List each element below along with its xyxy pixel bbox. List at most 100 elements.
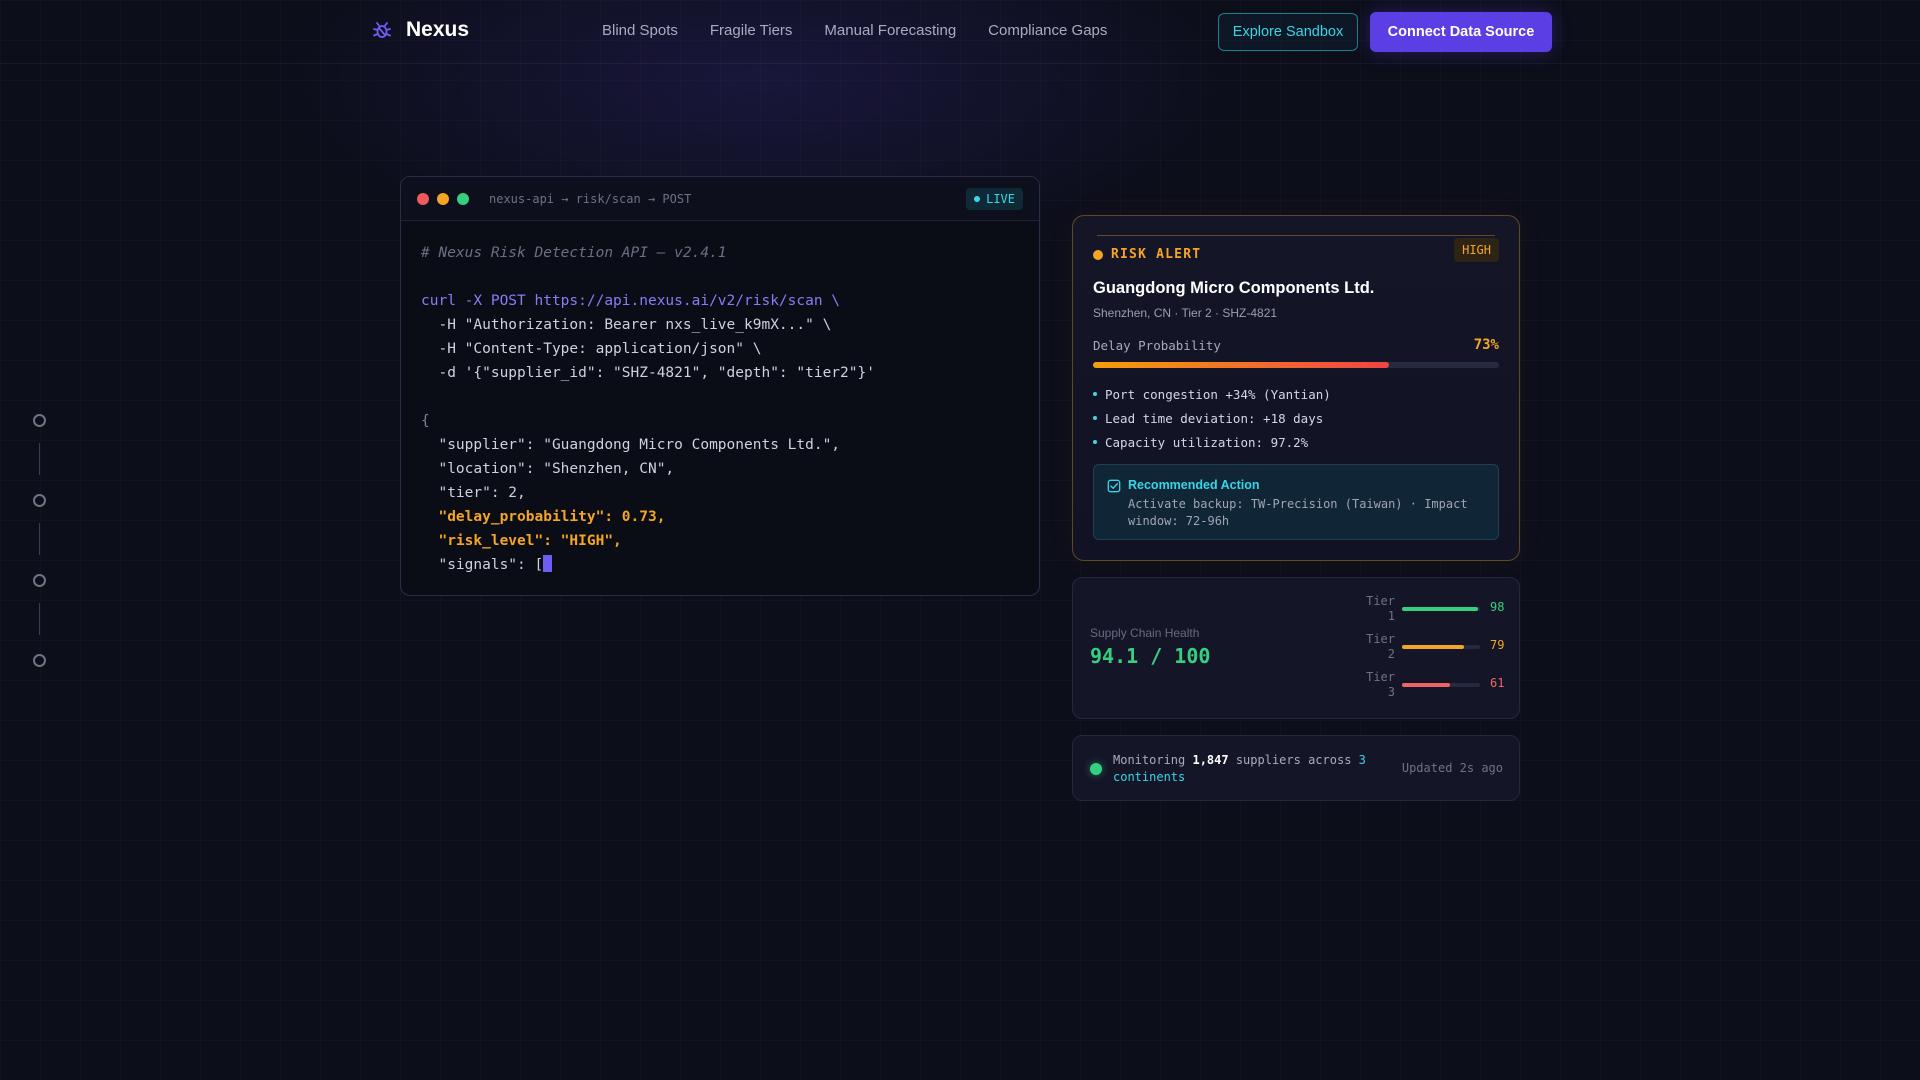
code-line: -d '{"supplier_id": "SHZ-4821", "depth":… xyxy=(421,361,1019,385)
alert-header: RISK ALERT xyxy=(1093,247,1201,262)
health-score: 94.1 / 100 xyxy=(1090,644,1211,668)
signal-text: Capacity utilization: 97.2% xyxy=(1105,434,1309,450)
nav-link-fragile-tiers[interactable]: Fragile Tiers xyxy=(710,22,793,39)
code-text: -H "Authorization: Bearer nxs_live_k9mX.… xyxy=(421,317,832,333)
window-maximize-dot[interactable] xyxy=(457,193,469,205)
connect-data-source-button[interactable]: Connect Data Source xyxy=(1370,12,1552,52)
code-line: "delay_probability": 0.73, xyxy=(421,505,1019,529)
tier-bar-fill xyxy=(1402,645,1464,649)
tier-bar-fill xyxy=(1402,683,1450,687)
delay-probability-label: Delay Probability xyxy=(1093,338,1221,353)
signal-item: Port congestion +34% (Yantian) xyxy=(1093,382,1331,406)
signal-text: Port congestion +34% (Yantian) xyxy=(1105,386,1331,402)
code-line: "tier": 2, xyxy=(421,481,1019,505)
recommended-action-title: Recommended Action xyxy=(1128,478,1260,492)
tier-bar-fill xyxy=(1402,607,1479,611)
code-line: # Nexus Risk Detection API — v2.4.1 xyxy=(421,241,1019,265)
code-line: "location": "Shenzhen, CN", xyxy=(421,457,1019,481)
tier-name: Tier 2 xyxy=(1366,632,1395,661)
supply-chain-health-card: Supply Chain Health 94.1 / 100 Tier 1 98… xyxy=(1072,577,1520,719)
recommended-action-text: Activate backup: TW-Precision (Taiwan) ·… xyxy=(1128,497,1468,528)
code-text: "delay_probability": 0.73, xyxy=(421,509,666,525)
supplier-meta: Shenzhen, CN · Tier 2 · SHZ-4821 xyxy=(1093,306,1278,320)
step-connector xyxy=(39,523,40,555)
step-dot-4[interactable] xyxy=(33,654,46,667)
bullet-icon xyxy=(1093,440,1097,444)
step-dot-3[interactable] xyxy=(33,574,46,587)
delay-probability-fill xyxy=(1093,362,1390,368)
code-text: "tier": 2, xyxy=(421,485,526,501)
bullet-icon xyxy=(1093,416,1097,420)
code-text: curl -X POST https://api.nexus.ai/v2/ris… xyxy=(421,293,841,309)
risk-alert-card: RISK ALERT HIGH Guangdong Micro Componen… xyxy=(1072,215,1520,561)
severity-badge: HIGH xyxy=(1454,238,1499,262)
recommended-action-box[interactable]: Recommended Action Activate backup: TW-P… xyxy=(1093,464,1499,540)
nav-link-manual-forecasting[interactable]: Manual Forecasting xyxy=(824,22,956,39)
code-text: # Nexus Risk Detection API — v2.4.1 xyxy=(421,245,727,261)
code-text: "risk_level": "HIGH", xyxy=(421,533,622,549)
terminal-title: nexus-api → risk/scan → POST xyxy=(489,192,692,206)
code-line: curl -X POST https://api.nexus.ai/v2/ris… xyxy=(421,289,1019,313)
explore-sandbox-button[interactable]: Explore Sandbox xyxy=(1218,13,1358,51)
code-line: -H "Content-Type: application/json" \ xyxy=(421,337,1019,361)
code-text: { xyxy=(421,413,430,429)
step-dot-2[interactable] xyxy=(33,494,46,507)
step-dot-1[interactable] xyxy=(33,414,46,427)
code-text: -H "Content-Type: application/json" \ xyxy=(421,341,762,357)
step-connector xyxy=(39,443,40,475)
signal-text: Lead time deviation: +18 days xyxy=(1105,410,1324,426)
status-online-icon xyxy=(1090,763,1102,775)
bug-icon xyxy=(373,22,391,38)
monitoring-prefix: Monitoring xyxy=(1113,753,1193,767)
delay-probability-value: 73% xyxy=(1473,337,1499,353)
brand[interactable]: Nexus xyxy=(370,18,469,42)
health-label: Supply Chain Health xyxy=(1090,626,1200,640)
signal-item: Lead time deviation: +18 days xyxy=(1093,406,1331,430)
code-text: "location": "Shenzhen, CN", xyxy=(421,461,675,477)
code-line: "supplier": "Guangdong Micro Components … xyxy=(421,433,1019,457)
api-terminal: nexus-api → risk/scan → POST LIVE # Nexu… xyxy=(400,176,1040,596)
live-dot-icon xyxy=(974,196,981,202)
brand-name: Nexus xyxy=(406,18,470,41)
signal-item: Capacity utilization: 97.2% xyxy=(1093,430,1331,454)
tier-score: 98 xyxy=(1490,600,1505,614)
check-square-icon xyxy=(1107,479,1121,493)
tier-bar xyxy=(1402,645,1480,649)
nav-link-blind-spots[interactable]: Blind Spots xyxy=(602,22,678,39)
tier-bar xyxy=(1402,683,1480,687)
alert-dot-icon xyxy=(1093,249,1103,260)
signal-list: Port congestion +34% (Yantian) Lead time… xyxy=(1093,382,1331,454)
window-minimize-dot[interactable] xyxy=(437,193,449,205)
tier-score: 61 xyxy=(1490,676,1505,690)
alert-divider xyxy=(1097,235,1495,236)
tier-bar xyxy=(1402,607,1480,611)
code-line: -H "Authorization: Bearer nxs_live_k9mX.… xyxy=(421,313,1019,337)
code-text: -d '{"supplier_id": "SHZ-4821", "depth":… xyxy=(421,365,875,381)
terminal-titlebar: nexus-api → risk/scan → POST LIVE xyxy=(401,177,1039,221)
code-line: { xyxy=(421,409,1019,433)
monitoring-text: Monitoring 1,847 suppliers across 3 cont… xyxy=(1113,752,1373,786)
delay-probability-bar xyxy=(1093,362,1499,368)
live-badge: LIVE xyxy=(966,188,1023,210)
code-text: "supplier": "Guangdong Micro Components … xyxy=(421,437,841,453)
tier-name: Tier 3 xyxy=(1366,670,1395,699)
bullet-icon xyxy=(1093,392,1097,396)
top-nav: Nexus Blind Spots Fragile Tiers Manual F… xyxy=(0,0,1920,64)
window-close-dot[interactable] xyxy=(417,193,429,205)
code-text: "signals": [ xyxy=(421,557,544,573)
supplier-count: 1,847 xyxy=(1192,753,1229,767)
tier-row: Tier 3 61 xyxy=(1353,670,1505,702)
monitoring-middle: suppliers across xyxy=(1228,753,1359,767)
updated-timestamp: Updated 2s ago xyxy=(1401,761,1503,775)
tier-row: Tier 2 79 xyxy=(1353,632,1505,664)
monitoring-status-card: Monitoring 1,847 suppliers across 3 cont… xyxy=(1072,735,1520,801)
step-connector xyxy=(39,603,40,635)
code-line: "signals": [ xyxy=(421,553,1019,577)
tier-score: 79 xyxy=(1490,638,1505,652)
live-label: LIVE xyxy=(986,192,1015,206)
supplier-name: Guangdong Micro Components Ltd. xyxy=(1093,279,1375,297)
nav-link-compliance-gaps[interactable]: Compliance Gaps xyxy=(988,22,1107,39)
code-block: # Nexus Risk Detection API — v2.4.1 curl … xyxy=(401,221,1039,595)
